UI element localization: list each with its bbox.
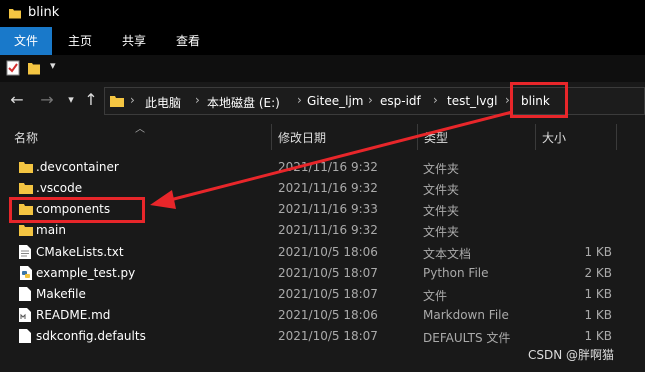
- watermark: CSDN @胖啊猫: [528, 348, 615, 362]
- annotation-arrow-icon: [150, 110, 513, 209]
